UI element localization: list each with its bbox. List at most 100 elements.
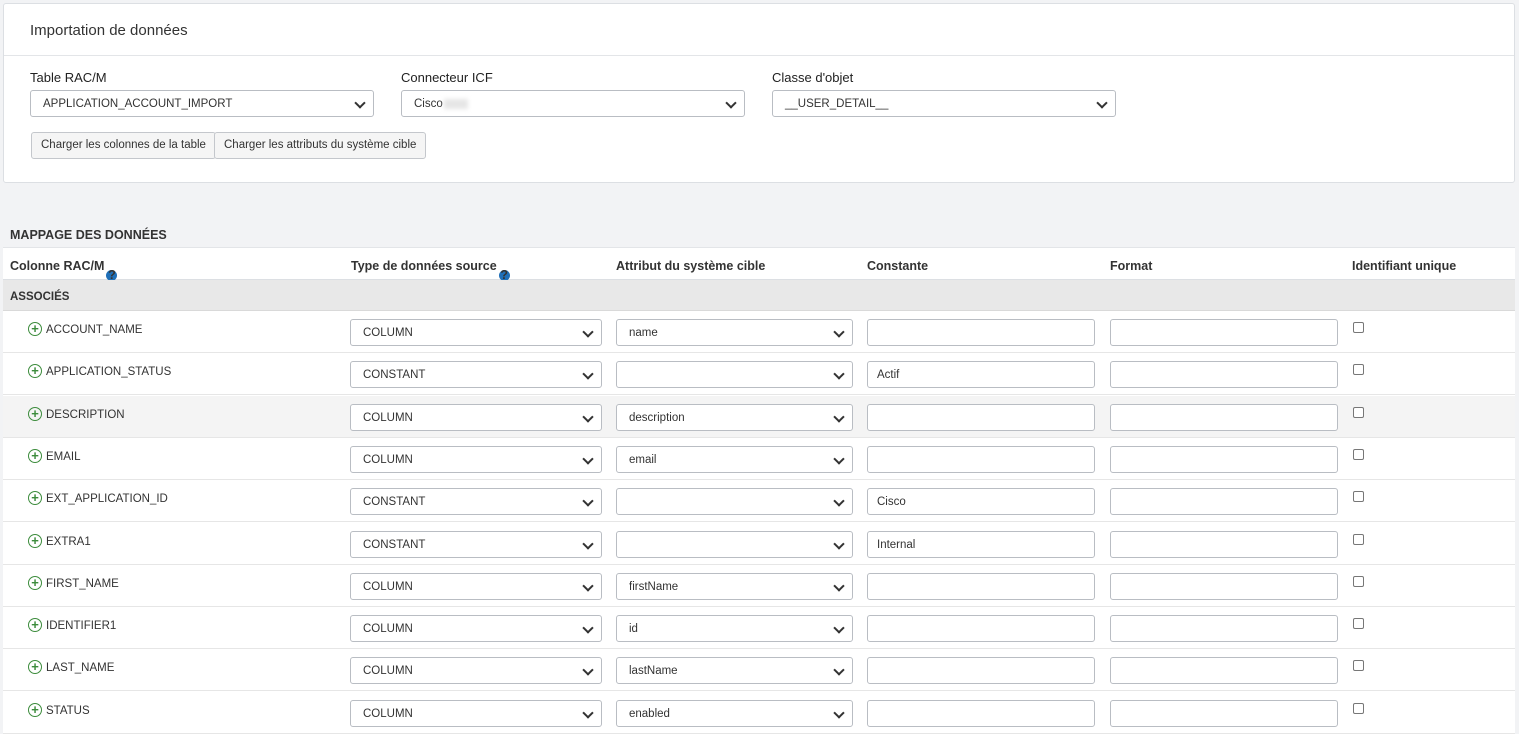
plus-circle-icon[interactable]: + <box>28 322 42 336</box>
header-rac-column-label: Colonne RAC/M <box>10 259 105 273</box>
target-attribute-value: enabled <box>629 707 670 720</box>
chevron-down-icon <box>833 410 845 423</box>
unique-id-checkbox[interactable] <box>1353 702 1364 714</box>
constant-input[interactable] <box>867 403 1095 431</box>
format-input[interactable] <box>1110 319 1338 346</box>
unique-id-checkbox[interactable] <box>1353 575 1364 587</box>
constant-input[interactable] <box>867 572 1095 600</box>
target-attribute-select[interactable]: firstName <box>616 572 853 600</box>
redacted-text <box>443 98 468 109</box>
rac-column-name: DESCRIPTION <box>46 408 125 421</box>
target-attribute-select[interactable]: lastName <box>616 657 853 685</box>
source-type-value: COLUMN <box>363 453 413 466</box>
object-class-label: Classe d'objet <box>772 70 854 85</box>
unique-id-checkbox[interactable] <box>1353 533 1364 545</box>
object-class-select[interactable]: __USER_DETAIL__ <box>772 90 1116 117</box>
format-input[interactable] <box>1110 488 1338 516</box>
target-attribute-select[interactable] <box>616 361 853 389</box>
target-attribute-select[interactable] <box>616 488 853 516</box>
table-field: Table RAC/M APPLICATION_ACCOUNT_IMPORT <box>30 70 374 117</box>
chevron-down-icon <box>582 664 594 677</box>
unique-id-checkbox[interactable] <box>1353 660 1364 672</box>
group-label: ASSOCIÉS <box>10 291 70 303</box>
format-input[interactable] <box>1110 445 1338 473</box>
target-attribute-select[interactable]: email <box>616 445 853 473</box>
table-row: + STATUS COLUMN enabled <box>3 692 1515 734</box>
group-associated: ASSOCIÉS <box>3 280 1515 311</box>
rac-column-name: EMAIL <box>46 450 81 463</box>
header-rac-column: Colonne RAC/M ? <box>10 259 118 281</box>
constant-input[interactable] <box>867 657 1095 685</box>
constant-input[interactable]: Cisco <box>867 488 1095 516</box>
unique-id-checkbox[interactable] <box>1353 491 1364 503</box>
chevron-down-icon <box>833 368 845 380</box>
target-attribute-select[interactable] <box>616 530 853 558</box>
plus-circle-icon[interactable]: + <box>28 702 42 717</box>
source-type-select[interactable]: COLUMN <box>350 572 602 600</box>
plus-circle-icon[interactable]: + <box>28 660 42 675</box>
source-type-value: COLUMN <box>363 623 413 636</box>
source-type-select[interactable]: COLUMN <box>350 403 602 431</box>
chevron-down-icon <box>833 622 845 634</box>
chevron-down-icon <box>582 368 594 380</box>
chevron-down-icon <box>725 97 737 109</box>
header-target-attribute: Attribut du système cible <box>616 259 766 273</box>
header-source-type: Type de données source ? <box>351 259 510 281</box>
source-type-select[interactable]: COLUMN <box>350 699 602 727</box>
rac-column-name: IDENTIFIER1 <box>46 620 117 633</box>
plus-circle-icon[interactable]: + <box>28 618 42 633</box>
unique-id-checkbox[interactable] <box>1353 406 1364 418</box>
format-input[interactable] <box>1110 361 1338 389</box>
connector-select[interactable]: Cisco <box>401 90 745 117</box>
unique-id-checkbox[interactable] <box>1353 364 1364 376</box>
chevron-down-icon <box>833 453 845 465</box>
target-attribute-select[interactable]: enabled <box>616 699 853 727</box>
constant-input[interactable]: Actif <box>867 361 1095 389</box>
constant-input[interactable] <box>867 319 1095 346</box>
format-input[interactable] <box>1110 530 1338 558</box>
target-attribute-select[interactable]: id <box>616 615 853 643</box>
load-target-attributes-button[interactable]: Charger les attributs du système cible <box>214 132 427 159</box>
unique-id-checkbox[interactable] <box>1353 322 1364 333</box>
format-input[interactable] <box>1110 572 1338 600</box>
format-input[interactable] <box>1110 403 1338 431</box>
constant-input[interactable] <box>867 615 1095 643</box>
table-select[interactable]: APPLICATION_ACCOUNT_IMPORT <box>30 90 374 117</box>
chevron-down-icon <box>582 707 594 719</box>
source-type-select[interactable]: CONSTANT <box>350 530 602 558</box>
plus-circle-icon[interactable]: + <box>28 406 42 421</box>
mapping-table: Colonne RAC/M ? Type de données source ?… <box>3 247 1515 734</box>
plus-circle-icon[interactable]: + <box>28 575 42 590</box>
constant-input[interactable]: Internal <box>867 530 1095 558</box>
unique-id-checkbox[interactable] <box>1353 448 1364 460</box>
format-input[interactable] <box>1110 657 1338 685</box>
plus-circle-icon[interactable]: + <box>28 364 42 379</box>
rac-column-name: STATUS <box>46 704 90 717</box>
load-table-columns-button[interactable]: Charger les colonnes de la table <box>31 132 216 159</box>
format-input[interactable] <box>1110 615 1338 643</box>
chevron-down-icon <box>582 326 594 338</box>
constant-input[interactable] <box>867 699 1095 727</box>
format-input[interactable] <box>1110 699 1338 727</box>
plus-circle-icon[interactable]: + <box>28 448 42 463</box>
plus-circle-icon[interactable]: + <box>28 491 42 506</box>
target-attribute-select[interactable]: description <box>616 403 853 431</box>
target-attribute-value: email <box>629 453 657 466</box>
target-attribute-select[interactable]: name <box>616 319 853 346</box>
rac-column-name: FIRST_NAME <box>46 577 119 590</box>
source-type-select[interactable]: COLUMN <box>350 319 602 346</box>
chevron-down-icon <box>582 580 594 592</box>
chevron-down-icon <box>833 537 845 550</box>
rac-column-name: ACCOUNT_NAME <box>46 324 143 336</box>
source-type-select[interactable]: COLUMN <box>350 615 602 643</box>
unique-id-checkbox[interactable] <box>1353 618 1364 630</box>
connector-field: Connecteur ICF Cisco <box>401 70 745 117</box>
source-type-select[interactable]: COLUMN <box>350 657 602 685</box>
constant-input[interactable] <box>867 445 1095 473</box>
rac-column-name: LAST_NAME <box>46 662 115 675</box>
source-type-value: CONSTANT <box>363 496 426 509</box>
plus-circle-icon[interactable]: + <box>28 533 42 548</box>
source-type-select[interactable]: COLUMN <box>350 445 602 473</box>
source-type-select[interactable]: CONSTANT <box>350 488 602 516</box>
source-type-select[interactable]: CONSTANT <box>350 361 602 389</box>
